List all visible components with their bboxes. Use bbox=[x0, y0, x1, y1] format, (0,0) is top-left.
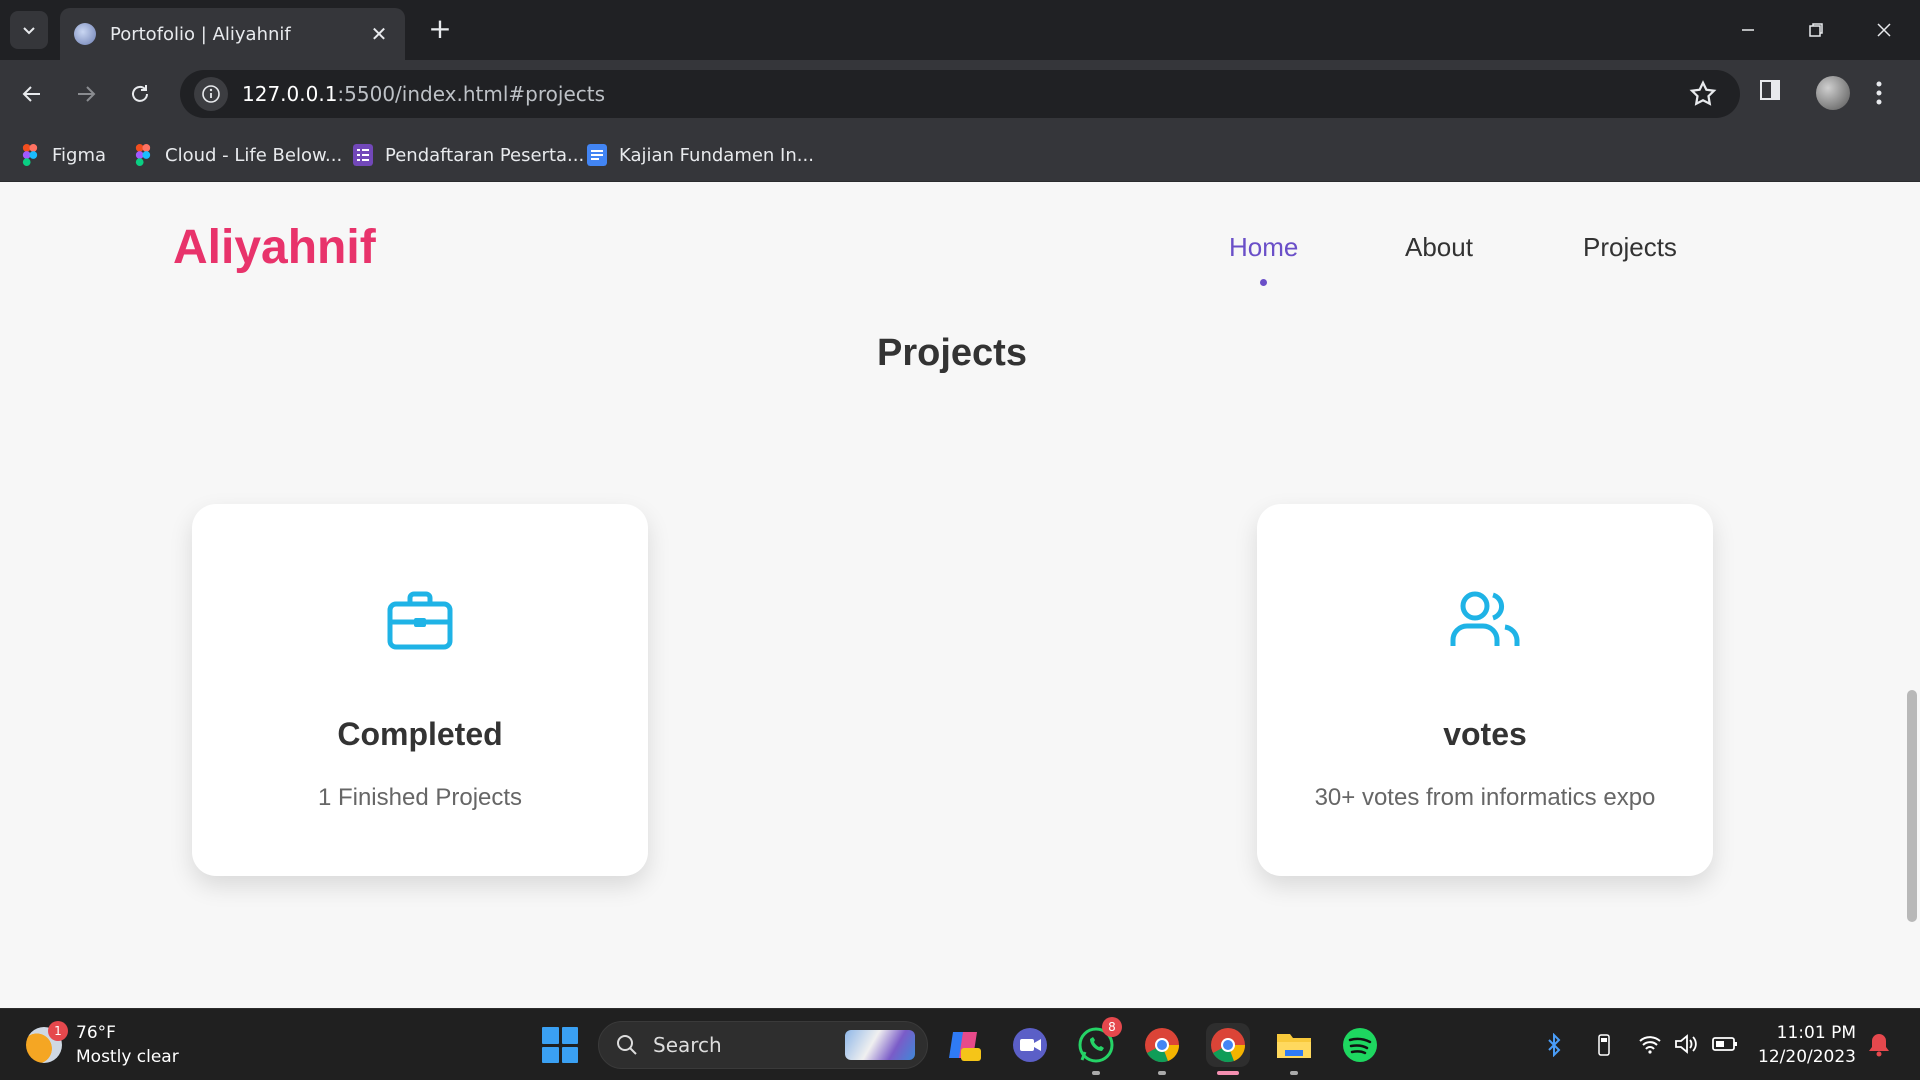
site-info-icon[interactable] bbox=[194, 77, 228, 111]
copilot-icon bbox=[949, 1032, 981, 1061]
page-viewport: Aliyahnif Home About Projects Projects C… bbox=[0, 182, 1920, 1008]
chrome-app-2[interactable] bbox=[1206, 1023, 1250, 1075]
nav-home[interactable]: Home bbox=[1229, 232, 1298, 263]
clock-date: 12/20/2023 bbox=[1758, 1047, 1856, 1067]
chevron-down-icon bbox=[23, 27, 35, 35]
bookmark-label: Figma bbox=[52, 144, 107, 166]
chrome-app-1[interactable] bbox=[1140, 1023, 1184, 1075]
site-logo[interactable]: Aliyahnif bbox=[173, 220, 376, 275]
whatsapp-app[interactable]: 8 bbox=[1074, 1017, 1122, 1075]
bookmark-label: Pendaftaran Peserta... bbox=[385, 144, 585, 166]
clock-time: 11:01 PM bbox=[1776, 1023, 1856, 1043]
card-subtitle: 1 Finished Projects bbox=[317, 784, 523, 811]
folder-icon bbox=[1277, 1034, 1311, 1058]
reload-icon bbox=[132, 85, 148, 102]
back-button[interactable] bbox=[12, 74, 52, 114]
tab-strip: Portofolio | Aliyahnif ✕ + bbox=[0, 0, 1920, 60]
users-icon bbox=[1450, 591, 1520, 646]
nav-projects[interactable]: Projects bbox=[1583, 232, 1677, 263]
card-title: Completed bbox=[337, 716, 503, 752]
windows-taskbar: 1 76°F Mostly clear Search 8 11:01 PM 12… bbox=[0, 1008, 1920, 1080]
tab-search-button[interactable] bbox=[10, 11, 48, 49]
address-bar[interactable]: 127.0.0.1:5500/index.html#projects bbox=[180, 70, 1740, 118]
tab-title: Portofolio | Aliyahnif bbox=[110, 23, 291, 45]
section-title: Projects bbox=[877, 332, 1027, 374]
close-window-button[interactable] bbox=[1864, 14, 1904, 46]
minimize-icon bbox=[1742, 29, 1754, 31]
restore-icon bbox=[1809, 23, 1823, 37]
close-tab-icon[interactable]: ✕ bbox=[367, 22, 391, 46]
weather-widget[interactable]: 1 76°F Mostly clear bbox=[26, 1021, 179, 1069]
profile-avatar[interactable] bbox=[1816, 76, 1850, 110]
windows-logo-icon bbox=[542, 1027, 559, 1044]
side-panel-icon[interactable] bbox=[1758, 78, 1782, 106]
bookmarks-bar: Figma Cloud - Life Below... Pendaftaran … bbox=[0, 128, 1920, 182]
url-text: 127.0.0.1:5500/index.html#projects bbox=[242, 82, 606, 106]
start-button[interactable] bbox=[542, 1027, 578, 1063]
new-tab-button[interactable]: + bbox=[424, 14, 456, 46]
briefcase-icon bbox=[387, 591, 453, 650]
restore-button[interactable] bbox=[1796, 14, 1836, 46]
card-subtitle: 30+ votes from informatics expo bbox=[1314, 784, 1656, 811]
usb-drive-icon[interactable] bbox=[1596, 1033, 1612, 1062]
notification-badge: 8 bbox=[1102, 1017, 1122, 1037]
arrow-right-icon bbox=[78, 86, 96, 102]
bluetooth-icon[interactable] bbox=[1546, 1032, 1562, 1062]
teams-meet-app[interactable] bbox=[1008, 1023, 1052, 1067]
file-explorer-app[interactable] bbox=[1272, 1023, 1316, 1075]
browser-toolbar: 127.0.0.1:5500/index.html#projects bbox=[0, 60, 1920, 128]
bookmark-figma[interactable]: Figma bbox=[20, 140, 106, 170]
spotify-icon bbox=[1343, 1028, 1377, 1062]
figma-icon bbox=[22, 144, 38, 166]
bookmark-label: Kajian Fundamen In... bbox=[619, 144, 814, 166]
battery-icon[interactable] bbox=[1712, 1033, 1738, 1060]
video-call-icon bbox=[1013, 1028, 1047, 1062]
active-nav-indicator bbox=[1260, 279, 1267, 286]
more-menu-icon[interactable] bbox=[1875, 80, 1883, 110]
close-icon bbox=[1877, 23, 1891, 37]
docs-icon bbox=[587, 144, 607, 166]
copilot-app[interactable] bbox=[942, 1023, 986, 1067]
bookmark-star-icon[interactable] bbox=[1688, 79, 1718, 113]
search-label: Search bbox=[653, 1033, 722, 1057]
arrow-left-icon bbox=[22, 86, 40, 102]
active-tab[interactable]: Portofolio | Aliyahnif ✕ bbox=[60, 8, 405, 60]
chrome-icon bbox=[1145, 1028, 1180, 1063]
search-highlight-image bbox=[845, 1030, 915, 1060]
weather-moon-cloud-icon: 1 bbox=[26, 1021, 68, 1063]
minimize-button[interactable] bbox=[1728, 14, 1768, 46]
page-scrollbar[interactable] bbox=[1904, 182, 1920, 1008]
search-icon bbox=[617, 1035, 637, 1055]
notification-bell-icon[interactable] bbox=[1868, 1031, 1890, 1061]
bookmark-cloud[interactable]: Cloud - Life Below... bbox=[133, 140, 342, 170]
forward-button[interactable] bbox=[66, 74, 106, 114]
taskbar-search[interactable]: Search bbox=[598, 1021, 928, 1069]
system-clock[interactable]: 11:01 PM 12/20/2023 bbox=[1756, 1021, 1856, 1069]
weather-desc: Mostly clear bbox=[76, 1047, 179, 1067]
volume-icon[interactable] bbox=[1674, 1033, 1700, 1060]
nav-about[interactable]: About bbox=[1405, 232, 1473, 263]
bookmark-pendaftaran[interactable]: Pendaftaran Peserta... bbox=[353, 140, 584, 170]
reload-button[interactable] bbox=[120, 74, 160, 114]
figma-icon bbox=[135, 144, 151, 166]
site-favicon-icon bbox=[74, 23, 96, 45]
bookmark-label: Cloud - Life Below... bbox=[165, 144, 343, 166]
chrome-icon bbox=[1211, 1028, 1246, 1063]
bookmark-kajian[interactable]: Kajian Fundamen In... bbox=[587, 140, 814, 170]
spotify-app[interactable] bbox=[1338, 1023, 1382, 1067]
scrollbar-thumb[interactable] bbox=[1907, 690, 1917, 922]
card-title: votes bbox=[1443, 716, 1527, 752]
wifi-icon[interactable] bbox=[1638, 1033, 1662, 1060]
weather-badge: 1 bbox=[48, 1021, 68, 1041]
stat-card-votes: votes 30+ votes from informatics expo bbox=[1257, 504, 1713, 876]
stat-card-completed: Completed 1 Finished Projects bbox=[192, 504, 648, 876]
forms-icon bbox=[353, 144, 373, 166]
weather-temp: 76°F bbox=[76, 1023, 116, 1043]
